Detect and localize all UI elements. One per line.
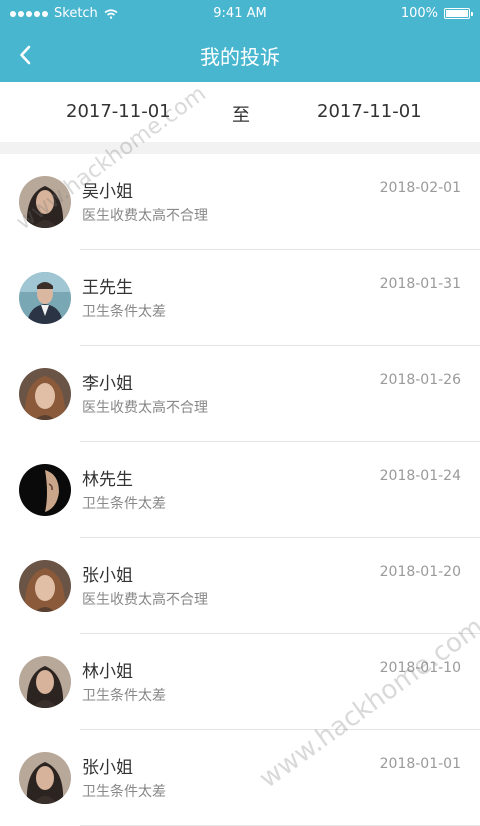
complaint-item[interactable]: 王先生 卫生条件太差 2018-01-31: [0, 250, 480, 346]
avatar: [19, 752, 71, 804]
status-bar: Sketch 9:41 AM 100%: [0, 0, 480, 28]
complaint-description: 卫生条件太差: [82, 496, 166, 512]
complaint-date: 2018-01-26: [379, 372, 461, 388]
complaint-date: 2018-01-10: [379, 660, 461, 676]
avatar: [19, 464, 71, 516]
complainant-name: 吴小姐: [82, 182, 133, 202]
complaint-description: 卫生条件太差: [82, 784, 166, 800]
complaint-date: 2018-01-01: [379, 756, 461, 772]
start-date-picker[interactable]: 2017-11-01: [66, 101, 171, 122]
avatar: [19, 272, 71, 324]
avatar: [19, 656, 71, 708]
nav-bar: 我的投诉: [0, 28, 480, 82]
complaint-date: 2018-01-31: [379, 276, 461, 292]
battery-percent: 100%: [400, 6, 438, 21]
complaint-item[interactable]: 林先生 卫生条件太差 2018-01-24: [0, 442, 480, 538]
end-date-picker[interactable]: 2017-11-01: [317, 101, 422, 122]
complainant-name: 张小姐: [82, 566, 133, 586]
date-filter-bar: 2017-11-01 至 2017-11-01: [0, 82, 480, 142]
avatar: [19, 560, 71, 612]
complaint-item[interactable]: 李小姐 医生收费太高不合理 2018-01-26: [0, 346, 480, 442]
complainant-name: 王先生: [82, 278, 133, 298]
battery-icon: [444, 8, 473, 19]
date-separator: 至: [232, 105, 250, 126]
page-title: 我的投诉: [200, 45, 280, 69]
status-right: 100%: [400, 6, 473, 21]
complaint-date: 2018-01-24: [379, 468, 461, 484]
section-gap: [0, 142, 480, 154]
complaint-date: 2018-02-01: [379, 180, 461, 196]
complaint-description: 医生收费太高不合理: [82, 400, 208, 416]
complaint-item[interactable]: 林小姐 卫生条件太差 2018-01-10: [0, 634, 480, 730]
avatar: [19, 368, 71, 420]
complainant-name: 李小姐: [82, 374, 133, 394]
complaint-description: 卫生条件太差: [82, 688, 166, 704]
complaint-item[interactable]: 张小姐 医生收费太高不合理 2018-01-20: [0, 538, 480, 634]
avatar: [19, 176, 71, 228]
complaint-list: 吴小姐 医生收费太高不合理 2018-02-01 王先生 卫生条件太差 2018…: [0, 154, 480, 826]
complaint-description: 卫生条件太差: [82, 304, 166, 320]
complaint-description: 医生收费太高不合理: [82, 592, 208, 608]
complaint-description: 医生收费太高不合理: [82, 208, 208, 224]
complainant-name: 林先生: [82, 470, 133, 490]
complaint-date: 2018-01-20: [379, 564, 461, 580]
complainant-name: 林小姐: [82, 662, 133, 682]
complainant-name: 张小姐: [82, 758, 133, 778]
complaint-item[interactable]: 张小姐 卫生条件太差 2018-01-01: [0, 730, 480, 826]
complaint-item[interactable]: 吴小姐 医生收费太高不合理 2018-02-01: [0, 154, 480, 250]
